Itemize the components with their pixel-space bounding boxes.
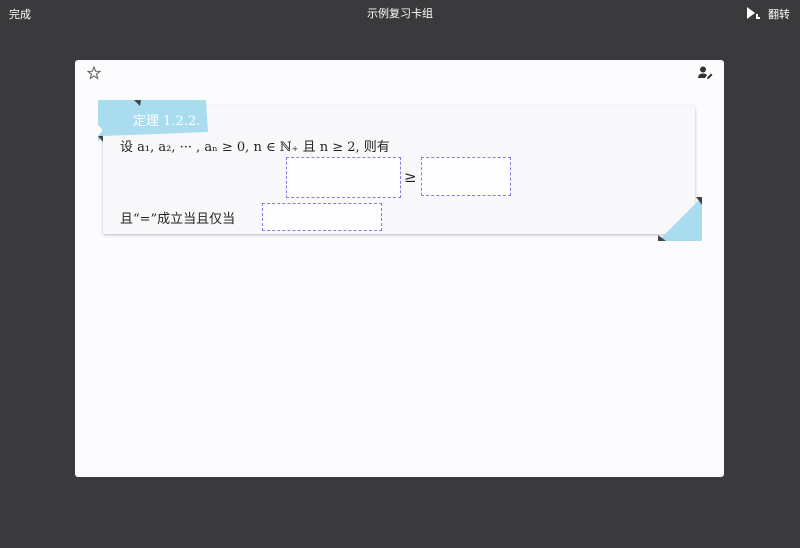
top-bar: 完成 示例复习卡组 翻转 (0, 0, 800, 26)
equality-condition: 且“=”成立当且仅当 (120, 212, 236, 227)
flashcard: 定理 1.2.2. 设 a₁, a₂, ··· , aₙ ≥ 0, n ∈ ℕ₊… (75, 60, 724, 477)
star-icon[interactable] (87, 66, 101, 80)
user-edit-icon[interactable] (698, 66, 713, 80)
theorem-box: 定理 1.2.2. 设 a₁, a₂, ··· , aₙ ≥ 0, n ∈ ℕ₊… (98, 100, 702, 241)
theorem-statement: 设 a₁, a₂, ··· , aₙ ≥ 0, n ∈ ℕ₊ 且 n ≥ 2, … (120, 140, 390, 155)
cloze-blank-1[interactable] (286, 157, 401, 198)
play-speaker-icon[interactable] (745, 6, 761, 20)
theorem-label: 定理 1.2.2. (133, 114, 201, 129)
flip-button[interactable]: 翻转 (768, 6, 790, 22)
relation-symbol: ≥ (404, 168, 417, 186)
cloze-blank-2[interactable] (421, 157, 511, 196)
cloze-blank-3[interactable] (262, 203, 382, 231)
deck-title: 示例复习卡组 (367, 7, 433, 20)
corner-ribbon (658, 197, 702, 241)
